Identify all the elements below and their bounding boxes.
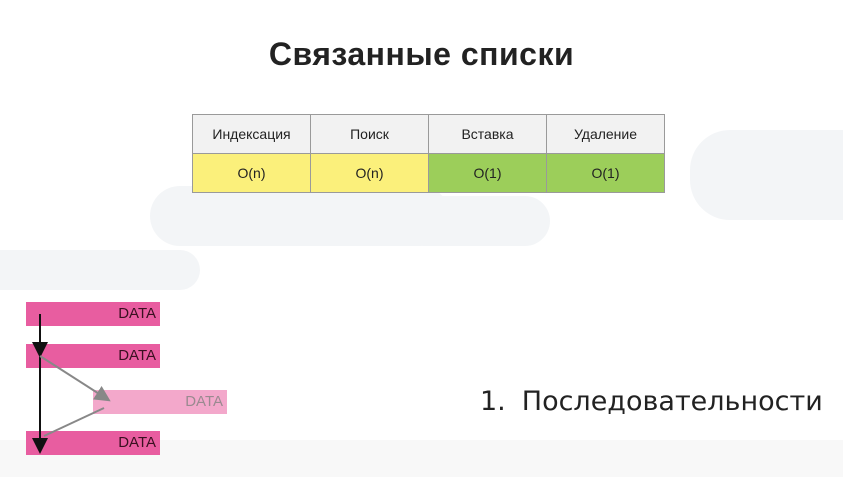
bullet-number: 1. <box>480 386 506 417</box>
bullet-text: Последовательности <box>521 386 823 417</box>
bullet-item: 1. Последовательности <box>480 386 823 417</box>
link-arrow-2-inserted <box>39 355 111 402</box>
link-arrow-inserted-4 <box>43 407 105 437</box>
